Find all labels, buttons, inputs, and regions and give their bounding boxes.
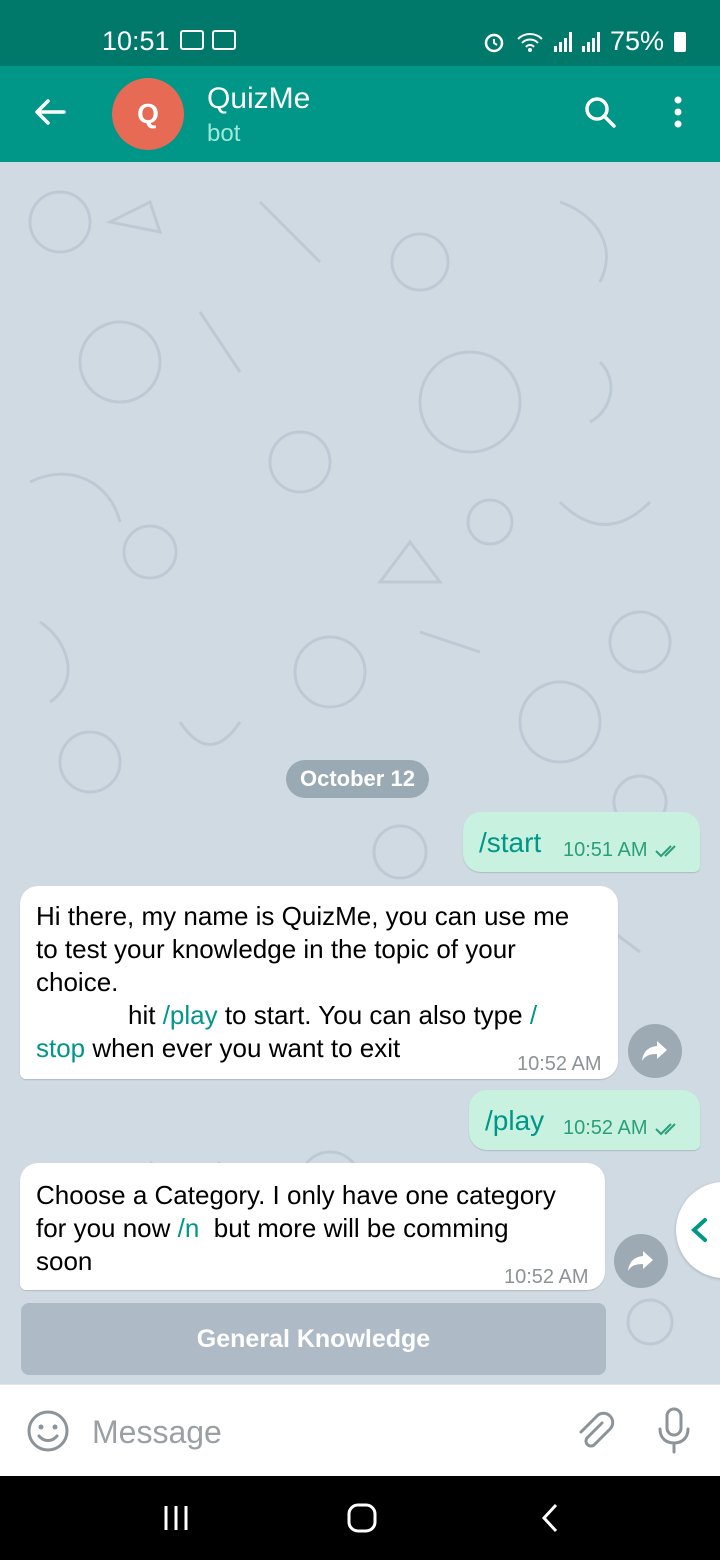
message-time: 10:51 AM xyxy=(563,839,648,861)
double-check-icon xyxy=(654,1122,676,1135)
incoming-message[interactable]: Choose a Category. I only have one categ… xyxy=(20,1163,605,1290)
stop-command-link-2[interactable]: stop xyxy=(36,1033,85,1063)
message-input[interactable] xyxy=(90,1407,554,1457)
signal-icon-2 xyxy=(581,31,600,52)
message-text: Choose a Category. I only have one categ… xyxy=(36,1180,556,1276)
message-meta: 10:52 AM xyxy=(563,1112,682,1145)
search-icon xyxy=(585,97,616,128)
voice-record-button[interactable] xyxy=(652,1405,696,1457)
forward-button[interactable] xyxy=(614,1234,668,1288)
double-check-icon xyxy=(654,844,676,857)
more-vertical-icon xyxy=(674,96,682,128)
arrow-left-icon xyxy=(35,99,66,125)
message-text[interactable]: /play xyxy=(485,1104,544,1137)
outgoing-message[interactable]: /start 10:51 AM xyxy=(463,812,700,872)
wifi-icon xyxy=(517,32,543,52)
paperclip-icon xyxy=(579,1411,615,1448)
chevron-left-icon xyxy=(691,1218,707,1242)
status-bar: 10:51 75% xyxy=(0,0,720,66)
more-menu-button[interactable] xyxy=(658,90,698,134)
status-time: 10:51 xyxy=(102,26,170,56)
forward-button[interactable] xyxy=(628,1024,682,1078)
status-indicators: 75% xyxy=(482,26,686,57)
signal-icon xyxy=(553,31,572,52)
home-button[interactable] xyxy=(332,1496,392,1540)
stop-command-link[interactable]: / xyxy=(530,1000,537,1030)
chat-area[interactable]: October 12 /start 10:51 AM Hi there, my … xyxy=(0,162,720,1384)
message-time: 10:52 AM xyxy=(504,1266,589,1288)
chevron-left-icon xyxy=(541,1503,558,1533)
outgoing-message[interactable]: /play 10:52 AM xyxy=(469,1090,700,1150)
share-arrow-icon xyxy=(642,1041,667,1061)
recents-icon xyxy=(164,1506,188,1530)
nav-back-button[interactable] xyxy=(520,1496,580,1540)
system-navigation-bar xyxy=(0,1476,720,1560)
attach-button[interactable] xyxy=(572,1409,616,1453)
emoji-button[interactable] xyxy=(26,1409,70,1453)
alarm-icon xyxy=(484,33,504,52)
smiley-icon xyxy=(27,1410,69,1452)
recent-apps-button[interactable] xyxy=(146,1496,206,1540)
gallery-icon xyxy=(180,30,204,50)
message-meta: 10:51 AM xyxy=(563,834,682,867)
message-time: 10:52 AM xyxy=(517,1053,602,1075)
home-icon xyxy=(347,1503,377,1533)
battery-text: 75% xyxy=(609,26,664,56)
message-time: 10:52 AM xyxy=(563,1117,648,1139)
chat-subtitle: bot xyxy=(207,120,241,147)
chat-header: Q QuizMe bot xyxy=(0,66,720,162)
incoming-message[interactable]: Hi there, my name is QuizMe, you can use… xyxy=(20,886,618,1079)
play-command-link[interactable]: /play xyxy=(163,1000,218,1030)
avatar[interactable]: Q xyxy=(112,78,184,150)
notification-icons xyxy=(180,30,236,50)
microphone-icon xyxy=(658,1407,690,1454)
inline-keyboard-button[interactable]: General Knowledge xyxy=(21,1303,606,1375)
back-button[interactable] xyxy=(28,90,72,134)
battery-icon xyxy=(674,31,686,52)
share-arrow-icon xyxy=(628,1251,653,1271)
mail-icon xyxy=(212,30,236,50)
n-command-link[interactable]: /n xyxy=(178,1213,200,1243)
message-composer xyxy=(0,1384,720,1477)
chat-title[interactable]: QuizMe xyxy=(207,82,310,116)
date-separator: October 12 xyxy=(286,760,429,798)
message-text[interactable]: /start xyxy=(479,826,541,859)
search-button[interactable] xyxy=(578,90,622,134)
message-text: Hi there, my name is QuizMe, you can use… xyxy=(36,901,570,1063)
